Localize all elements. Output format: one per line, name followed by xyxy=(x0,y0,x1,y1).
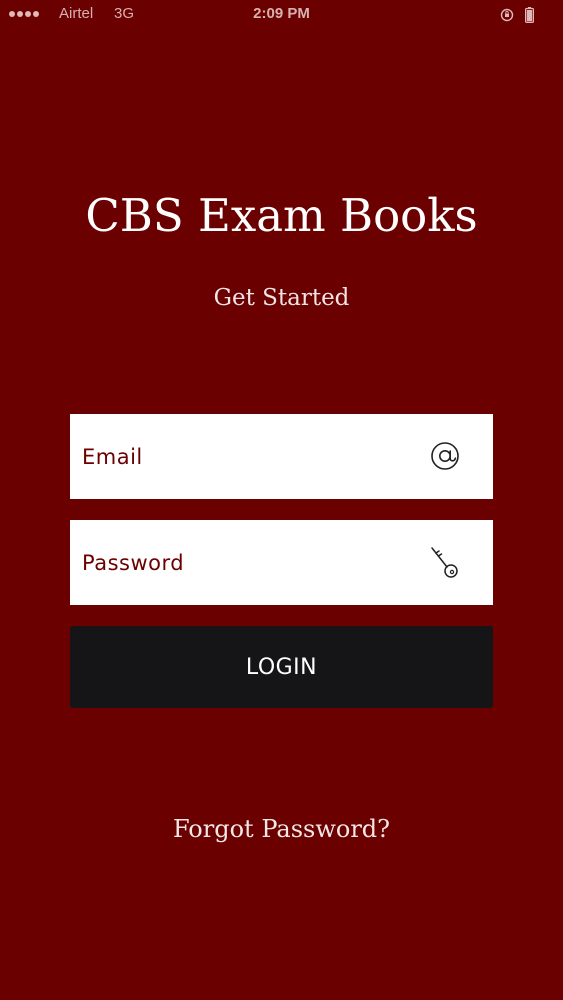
status-bar: Airtel 3G 2:09 PM xyxy=(0,0,563,30)
forgot-password-link[interactable]: Forgot Password? xyxy=(0,812,563,846)
email-field-container xyxy=(70,414,493,499)
login-button[interactable]: LOGIN xyxy=(70,626,493,708)
battery-icon xyxy=(525,7,534,23)
orientation-lock-icon xyxy=(500,8,514,22)
key-icon xyxy=(431,547,458,578)
at-sign-icon xyxy=(431,442,459,470)
app-title: CBS Exam Books xyxy=(85,189,478,242)
login-screen: Airtel 3G 2:09 PM CBS Exam Books Get Sta… xyxy=(0,0,563,1000)
password-field[interactable] xyxy=(70,520,410,605)
page-subtitle: Get Started xyxy=(213,285,350,311)
email-field[interactable] xyxy=(70,414,410,499)
status-time: 2:09 PM xyxy=(253,5,310,22)
password-field-container xyxy=(70,520,493,605)
